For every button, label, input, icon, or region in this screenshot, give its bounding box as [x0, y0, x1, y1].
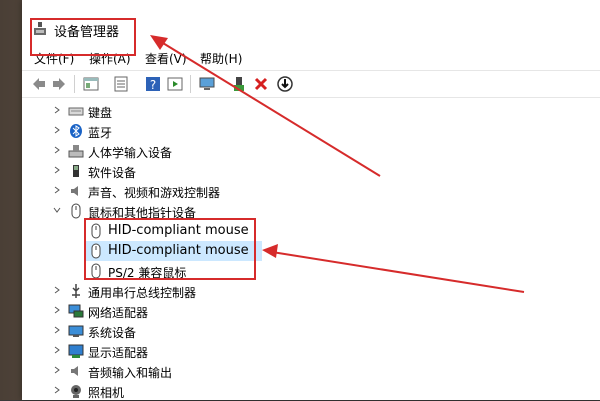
device-manager-window: 设备管理器 文件(F) 操作(A) 查看(V) 帮助(H) ? 键盘 蓝牙 人体… — [22, 0, 600, 400]
chevron-right-icon[interactable] — [52, 325, 62, 335]
software-device-icon — [73, 165, 79, 177]
hid-icon — [68, 145, 84, 158]
tree-item-display[interactable]: 显示适配器 — [22, 341, 600, 361]
speaker-icon — [71, 366, 78, 376]
tree-item-keyboard[interactable]: 键盘 — [22, 101, 600, 121]
tree-item-hid[interactable]: 人体学输入设备 — [22, 141, 600, 161]
tree-item-system[interactable]: 系统设备 — [22, 321, 600, 341]
chevron-right-icon[interactable] — [52, 125, 62, 135]
speaker-icon — [71, 186, 78, 196]
tree-item-camera[interactable]: 照相机 — [22, 381, 600, 401]
chevron-right-icon[interactable] — [52, 385, 62, 395]
tree-item-label: 声音、视频和游戏控制器 — [88, 186, 221, 200]
tree-item-label: 蓝牙 — [88, 126, 113, 140]
tree-item-usb[interactable]: 通用串行总线控制器 — [22, 281, 600, 301]
scan-hardware-icon[interactable] — [198, 75, 216, 93]
display-adapter-icon — [68, 344, 84, 358]
chevron-right-icon[interactable] — [52, 345, 62, 355]
system-devices-icon — [68, 325, 84, 337]
tree-item-sound[interactable]: 声音、视频和游戏控制器 — [22, 181, 600, 201]
annotation-box-title — [30, 18, 136, 56]
svg-text:?: ? — [150, 78, 156, 92]
tree-item-label: 人体学输入设备 — [88, 146, 173, 160]
tree-item-label: 通用串行总线控制器 — [88, 286, 197, 300]
properties-icon[interactable] — [82, 75, 100, 93]
back-icon[interactable] — [30, 75, 48, 93]
tree-item-label: 软件设备 — [88, 166, 137, 180]
download-icon[interactable] — [276, 75, 294, 93]
chevron-right-icon[interactable] — [52, 145, 62, 155]
tree-item-audio-io[interactable]: 音频输入和输出 — [22, 361, 600, 381]
view-pane-icon[interactable] — [166, 75, 184, 93]
menu-help[interactable]: 帮助(H) — [200, 50, 242, 67]
toolbar-separator — [190, 75, 191, 93]
forward-icon[interactable] — [50, 75, 68, 93]
tree-item-software-devices[interactable]: 软件设备 — [22, 161, 600, 181]
update-driver-icon[interactable] — [230, 75, 248, 93]
chevron-down-icon[interactable] — [52, 205, 62, 215]
mouse-icon — [71, 203, 81, 219]
tree-item-label: 音频输入和输出 — [88, 366, 173, 380]
chevron-right-icon[interactable] — [52, 365, 62, 375]
tree-item-label: 系统设备 — [88, 326, 137, 340]
chevron-right-icon[interactable] — [52, 185, 62, 195]
toolbar: ? — [22, 70, 600, 98]
menu-view[interactable]: 查看(V) — [145, 50, 187, 67]
chevron-right-icon[interactable] — [52, 285, 62, 295]
keyboard-icon — [68, 107, 84, 116]
tree-item-label: 网络适配器 — [88, 306, 149, 320]
tree-item-label: 照相机 — [88, 386, 125, 400]
help-icon[interactable]: ? — [144, 75, 162, 93]
chevron-right-icon[interactable] — [52, 305, 62, 315]
tree-item-bluetooth[interactable]: 蓝牙 — [22, 121, 600, 141]
chevron-right-icon[interactable] — [52, 165, 62, 175]
chevron-right-icon[interactable] — [52, 105, 62, 115]
network-adapter-icon — [68, 304, 84, 318]
camera-icon — [71, 385, 81, 398]
tree-item-label: 显示适配器 — [88, 346, 149, 360]
bluetooth-icon — [70, 124, 82, 138]
view-icon[interactable] — [112, 75, 130, 93]
tree-item-network[interactable]: 网络适配器 — [22, 301, 600, 321]
annotation-box-mice — [84, 218, 256, 280]
tree-item-label: 键盘 — [88, 106, 113, 120]
usb-icon — [72, 284, 80, 298]
uninstall-icon[interactable] — [252, 75, 270, 93]
toolbar-separator — [74, 75, 75, 93]
